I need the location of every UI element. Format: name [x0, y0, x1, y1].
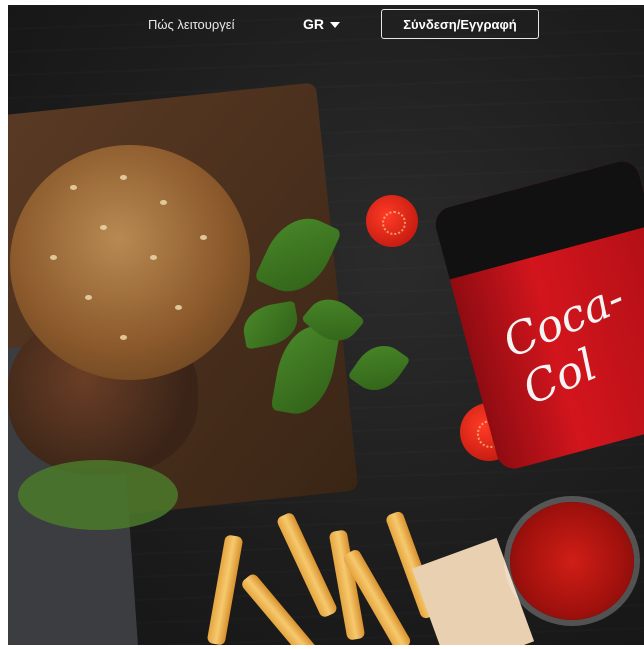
seed [200, 235, 207, 240]
seed [50, 255, 57, 260]
page: Coca-Col Πώς λειτουργεί GR Σύνδεση/Εγγρα… [0, 0, 644, 649]
lettuce [18, 460, 178, 530]
burger-bun [10, 145, 250, 380]
cherry-tomato [366, 195, 418, 247]
seed [150, 255, 157, 260]
seed [160, 200, 167, 205]
login-signup-button[interactable]: Σύνδεση/Εγγραφή [381, 9, 539, 39]
seed [70, 185, 77, 190]
can-logo: Coca-Col [495, 272, 632, 416]
how-it-works-link[interactable]: Πώς λειτουργεί [148, 17, 234, 32]
language-label: GR [303, 16, 324, 32]
caret-down-icon [330, 22, 340, 28]
hero-image: Coca-Col Πώς λειτουργεί GR Σύνδεση/Εγγρα… [8, 5, 644, 645]
ketchup-bowl [510, 502, 634, 620]
seed [120, 335, 127, 340]
top-navigation: Πώς λειτουργεί GR Σύνδεση/Εγγραφή [8, 5, 644, 49]
seed [120, 175, 127, 180]
language-selector[interactable]: GR [303, 16, 340, 32]
seed [85, 295, 92, 300]
seed [175, 305, 182, 310]
seed [100, 225, 107, 230]
